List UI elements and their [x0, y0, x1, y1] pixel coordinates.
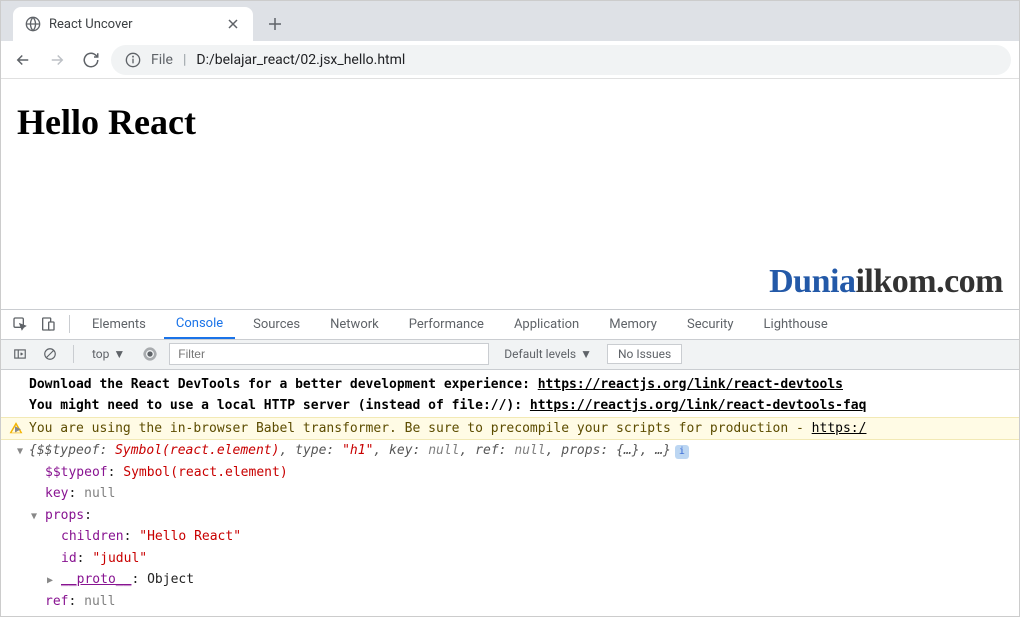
collapse-arrow-icon[interactable]: ▼	[31, 509, 37, 524]
page-content: Hello React Duniailkom.com	[1, 79, 1019, 309]
console-toolbar: top ▼ Default levels ▼ No Issues	[1, 340, 1019, 370]
url-path: D:/belajar_react/02.jsx_hello.html	[196, 52, 405, 68]
tab-title: React Uncover	[49, 17, 225, 32]
page-heading: Hello React	[17, 101, 1003, 143]
tab-elements[interactable]: Elements	[80, 309, 158, 339]
clear-console-icon[interactable]	[39, 343, 61, 365]
info-badge-icon[interactable]: i	[675, 445, 689, 459]
object-field: $$typeof: Symbol(react.element)	[1, 462, 1019, 484]
separator	[69, 315, 70, 333]
tab-lighthouse[interactable]: Lighthouse	[752, 309, 840, 339]
object-field-props[interactable]: ▼ props:	[1, 505, 1019, 527]
filter-input[interactable]	[169, 343, 489, 365]
devtools-tabbar: Elements Console Sources Network Perform…	[1, 310, 1019, 340]
console-object[interactable]: ▼ {$$typeof: Symbol(react.element), type…	[1, 440, 1019, 462]
browser-tab[interactable]: React Uncover	[13, 7, 253, 41]
info-icon	[125, 52, 141, 68]
globe-icon	[25, 16, 41, 32]
url-separator: |	[183, 52, 186, 68]
console-line: You might need to use a local HTTP serve…	[1, 395, 1019, 417]
object-field: ref: null	[1, 591, 1019, 613]
address-bar[interactable]: File | D:/belajar_react/02.jsx_hello.htm…	[111, 45, 1011, 75]
object-field-proto[interactable]: ▶ __proto__: Object	[1, 569, 1019, 591]
tab-sources[interactable]: Sources	[241, 309, 312, 339]
tab-security[interactable]: Security	[675, 309, 746, 339]
devtools: Elements Console Sources Network Perform…	[1, 309, 1019, 617]
reload-button[interactable]	[77, 46, 105, 74]
tab-performance[interactable]: Performance	[397, 309, 496, 339]
context-selector[interactable]: top ▼	[86, 347, 131, 361]
inspect-icon[interactable]	[9, 313, 31, 335]
close-tab-icon[interactable]	[225, 16, 241, 32]
log-levels-selector[interactable]: Default levels ▼	[497, 344, 599, 364]
back-button[interactable]	[9, 46, 37, 74]
tab-application[interactable]: Application	[502, 309, 591, 339]
chevron-down-icon: ▼	[580, 347, 592, 361]
console-output: Download the React DevTools for a better…	[1, 370, 1019, 617]
expand-arrow-icon[interactable]: ▶	[47, 573, 53, 588]
tab-console[interactable]: Console	[164, 309, 235, 339]
new-tab-button[interactable]	[261, 10, 289, 38]
url-prefix: File	[151, 52, 173, 68]
browser-tabbar: React Uncover	[1, 1, 1019, 41]
tab-network[interactable]: Network	[318, 309, 391, 339]
link[interactable]: https://reactjs.org/link/react-devtools	[538, 377, 843, 392]
watermark: Duniailkom.com	[769, 263, 1003, 301]
collapse-arrow-icon[interactable]: ▼	[17, 444, 23, 459]
tab-memory[interactable]: Memory	[597, 309, 669, 339]
console-line: Download the React DevTools for a better…	[1, 374, 1019, 396]
expand-arrow-icon[interactable]: ▶	[15, 422, 21, 437]
link[interactable]: https:/	[812, 421, 867, 436]
browser-toolbar: File | D:/belajar_react/02.jsx_hello.htm…	[1, 41, 1019, 79]
link[interactable]: https://reactjs.org/link/react-devtools-…	[530, 398, 867, 413]
console-warning: ▶ You are using the in-browser Babel tra…	[1, 417, 1019, 441]
object-field: id: "judul"	[1, 548, 1019, 570]
object-field: key: null	[1, 483, 1019, 505]
filter-field[interactable]	[169, 343, 489, 365]
live-expression-icon[interactable]	[139, 343, 161, 365]
device-toggle-icon[interactable]	[37, 313, 59, 335]
chevron-down-icon: ▼	[113, 347, 125, 361]
issues-button[interactable]: No Issues	[607, 344, 682, 364]
forward-button[interactable]	[43, 46, 71, 74]
console-sidebar-toggle-icon[interactable]	[9, 343, 31, 365]
object-field: children: "Hello React"	[1, 526, 1019, 548]
separator	[73, 345, 74, 363]
